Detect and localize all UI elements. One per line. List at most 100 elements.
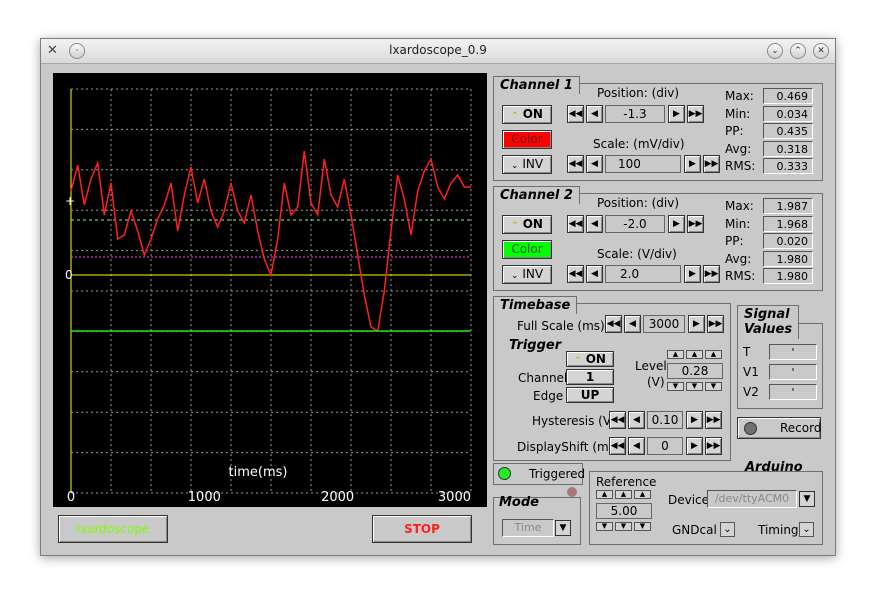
trigger-channel-button[interactable]: 1 xyxy=(566,369,614,385)
ch1-scale-input[interactable]: 100 xyxy=(605,155,681,173)
ch2-pos-fast-right-button[interactable]: ▶▶ xyxy=(687,215,704,233)
trigger-on-label: ON xyxy=(585,352,606,366)
ch2-scale-fast-left-button[interactable]: ◀◀ xyxy=(567,265,584,283)
displayshift-right-button[interactable]: ▶ xyxy=(686,437,703,455)
ch2-scale-right-button[interactable]: ▶ xyxy=(684,265,701,283)
hysteresis-right-button[interactable]: ▶ xyxy=(686,411,703,429)
level-down-fine-button[interactable]: ▼ xyxy=(705,382,722,391)
displayshift-fast-right-button[interactable]: ▶▶ xyxy=(705,437,722,455)
lxardoscope-button[interactable]: lxardoscope xyxy=(58,515,168,543)
full-scale-value[interactable]: 3000 xyxy=(643,315,685,333)
reference-down-fine-button[interactable]: ▼ xyxy=(634,522,651,531)
displayshift-left-button[interactable]: ◀ xyxy=(628,437,645,455)
full-scale-label: Full Scale (ms) xyxy=(517,319,605,333)
trigger-on-toggle[interactable]: ⌃ ON xyxy=(566,351,614,367)
timebase-fast-left-button[interactable]: ◀◀ xyxy=(605,315,622,333)
channel2-inv-toggle[interactable]: ⌄ INV xyxy=(502,265,552,284)
y-label-zero: 0 xyxy=(65,268,73,282)
hysteresis-fast-right-button[interactable]: ▶▶ xyxy=(705,411,722,429)
trigger-channel-label: Channel xyxy=(518,371,568,385)
channel1-stat-label: PP: xyxy=(725,124,744,138)
ch1-pos-fast-right-button[interactable]: ▶▶ xyxy=(687,105,704,123)
close-button[interactable]: ✕ xyxy=(813,43,829,59)
channel2-stat-label: RMS: xyxy=(725,269,756,283)
mode-dropdown-icon[interactable]: ▼ xyxy=(555,520,571,536)
timebase-left-button[interactable]: ◀ xyxy=(624,315,641,333)
app-window: ✕ · lxardoscope_0.9 ⌄ ⌃ ✕ time(ms) 0 1000… xyxy=(40,38,836,556)
channel1-on-toggle[interactable]: ⌃ ON xyxy=(502,105,552,124)
hysteresis-fast-left-button[interactable]: ◀◀ xyxy=(609,411,626,429)
reference-up-fine-button[interactable]: ▲ xyxy=(634,490,651,499)
trigger-level-value[interactable]: 0.28 xyxy=(667,363,723,379)
displayshift-value[interactable]: 0 xyxy=(647,437,683,455)
channel2-position-label: Position: (div) xyxy=(597,196,679,210)
reference-down-fast-button[interactable]: ▼ xyxy=(596,522,613,531)
ch2-position-value[interactable]: -2.0 xyxy=(605,215,665,233)
ch1-scale-left-button[interactable]: ◀ xyxy=(586,155,603,173)
ch1-scale-fast-left-button[interactable]: ◀◀ xyxy=(567,155,584,173)
hysteresis-value[interactable]: 0.10 xyxy=(647,411,683,429)
channel2-stat-value: 0.020 xyxy=(763,233,813,249)
timebase-fast-right-button[interactable]: ▶▶ xyxy=(707,315,724,333)
ch1-pos-fast-left-button[interactable]: ◀◀ xyxy=(567,105,584,123)
signal-value-field: ' xyxy=(769,364,817,380)
x-tick-label: 2000 xyxy=(321,490,354,505)
level-up-fine-button[interactable]: ▲ xyxy=(705,350,722,359)
channel1-color-button[interactable]: Color xyxy=(502,130,552,149)
ch2-pos-left-button[interactable]: ◀ xyxy=(586,215,603,233)
inv-check-icon: ⌄ xyxy=(510,271,519,281)
x-tick-label: 3000 xyxy=(438,490,471,505)
channel1-title: Channel 1 xyxy=(493,76,580,94)
channel2-inv-label: INV xyxy=(522,267,544,281)
reference-up-fast-button[interactable]: ▲ xyxy=(596,490,613,499)
window-title: lxardoscope_0.9 xyxy=(389,43,487,57)
signal-value-label: V2 xyxy=(743,385,759,399)
trigger-level-label: Level xyxy=(635,359,667,373)
ch2-scale-left-button[interactable]: ◀ xyxy=(586,265,603,283)
ch2-scale-input[interactable]: 2.0 xyxy=(605,265,681,283)
channel2-title: Channel 2 xyxy=(493,186,580,204)
channel1-position-label: Position: (div) xyxy=(597,86,679,100)
reference-value[interactable]: 5.00 xyxy=(596,503,652,519)
level-down-button[interactable]: ▼ xyxy=(686,382,703,391)
ch1-scale-right-button[interactable]: ▶ xyxy=(684,155,701,173)
device-label: Device xyxy=(668,493,710,507)
channel2-color-button[interactable]: Color xyxy=(502,240,552,259)
trigger-edge-button[interactable]: UP xyxy=(566,387,614,403)
timebase-right-button[interactable]: ▶ xyxy=(688,315,705,333)
level-down-fast-button[interactable]: ▼ xyxy=(667,382,684,391)
mode-select[interactable]: Time xyxy=(502,519,554,537)
ch1-pos-right-button[interactable]: ▶ xyxy=(668,105,685,123)
channel2-on-toggle[interactable]: ⌃ ON xyxy=(502,215,552,234)
device-select[interactable]: /dev/ttyACM0 xyxy=(707,490,797,508)
ch1-position-value[interactable]: -1.3 xyxy=(605,105,665,123)
ch2-pos-right-button[interactable]: ▶ xyxy=(668,215,685,233)
stop-button[interactable]: STOP xyxy=(372,515,472,543)
ch1-pos-left-button[interactable]: ◀ xyxy=(586,105,603,123)
channel1-scale-label: Scale: (mV/div) xyxy=(593,137,685,151)
signal-value-field: ' xyxy=(769,344,817,360)
hysteresis-left-button[interactable]: ◀ xyxy=(628,411,645,429)
maximize-button[interactable]: ⌃ xyxy=(790,43,806,59)
level-up-fast-button[interactable]: ▲ xyxy=(667,350,684,359)
channel1-stat-label: RMS: xyxy=(725,159,756,173)
ch2-scale-fast-right-button[interactable]: ▶▶ xyxy=(703,265,720,283)
minimize-button[interactable]: ⌄ xyxy=(767,43,783,59)
channel1-stat-label: Avg: xyxy=(725,141,752,156)
ch2-pos-fast-left-button[interactable]: ◀◀ xyxy=(567,215,584,233)
record-label: Record xyxy=(780,421,822,435)
record-button[interactable]: Record xyxy=(737,417,821,439)
channel1-stat-value: 0.333 xyxy=(763,158,813,174)
reference-up-button[interactable]: ▲ xyxy=(615,490,632,499)
trigger-edge-label: Edge xyxy=(533,389,564,403)
reference-down-button[interactable]: ▼ xyxy=(615,522,632,531)
ch1-scale-fast-right-button[interactable]: ▶▶ xyxy=(703,155,720,173)
level-up-button[interactable]: ▲ xyxy=(686,350,703,359)
timing-checkbox[interactable]: ⌄ xyxy=(799,522,814,537)
channel1-inv-toggle[interactable]: ⌄ INV xyxy=(502,155,552,174)
channel2-stat-label: PP: xyxy=(725,234,744,248)
gndcal-checkbox[interactable]: ⌄ xyxy=(720,522,735,537)
device-dropdown-icon[interactable]: ▼ xyxy=(799,491,815,507)
displayshift-fast-left-button[interactable]: ◀◀ xyxy=(609,437,626,455)
title-bar: ✕ · lxardoscope_0.9 ⌄ ⌃ ✕ xyxy=(41,39,835,64)
